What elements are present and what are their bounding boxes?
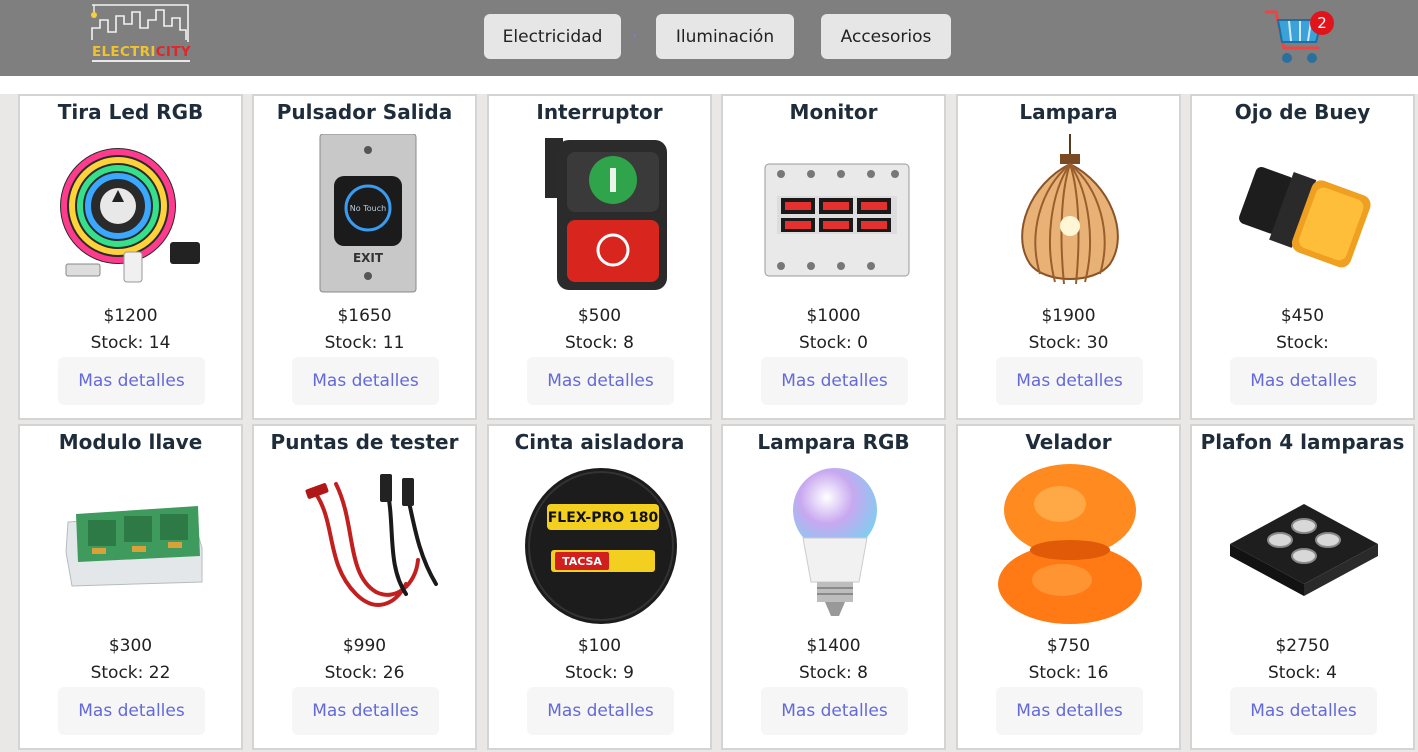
product-price: $990: [342, 636, 387, 656]
product-card: Puntas de tester $990 Stock: 26 Mas deta…: [252, 424, 477, 750]
cart-count-badge: 2: [1310, 11, 1334, 35]
product-title: Cinta aisladora: [514, 430, 685, 454]
details-button[interactable]: Mas detalles: [761, 357, 908, 405]
nav-electricidad-button[interactable]: Electricidad: [484, 14, 621, 59]
test-leads-image: [305, 474, 438, 607]
tape-maker-text: TACSA: [562, 555, 602, 568]
product-price: $750: [1046, 636, 1091, 656]
product-price: $1650: [337, 306, 392, 326]
product-price: $100: [577, 636, 622, 656]
details-button[interactable]: Mas detalles: [292, 687, 439, 735]
logo-underline: [92, 60, 190, 62]
insulating-tape-image: FLEX-PRO 180 TACSA: [525, 468, 677, 624]
product-card: Lampara $1900 Stock: 30 Mas detalles: [956, 94, 1181, 420]
product-price: $1400: [806, 636, 861, 656]
voltage-monitor-image: [764, 163, 910, 277]
tape-brand-text: FLEX-PRO 180: [548, 510, 659, 526]
details-button[interactable]: Mas detalles: [996, 687, 1143, 735]
details-button[interactable]: Mas detalles: [761, 687, 908, 735]
led-strip-image: [60, 148, 200, 283]
logo-text: ELECTRICITY: [92, 44, 191, 60]
product-card: Interruptor $500 Stock: 8 Mas detalles: [487, 94, 712, 420]
switch-module-image: [65, 506, 203, 587]
product-stock: Stock: 30: [1028, 333, 1109, 353]
product-price: $500: [577, 306, 622, 326]
indicator-light-image: [1239, 166, 1371, 268]
table-lamp-image: [998, 464, 1142, 624]
product-stock: Stock: 8: [565, 333, 634, 353]
no-touch-text: No Touch: [350, 204, 386, 213]
content-top-band: [0, 76, 1418, 94]
product-title: Plafon 4 lamparas: [1200, 430, 1405, 454]
pendant-lamp-image: [1021, 134, 1119, 285]
details-button[interactable]: Mas detalles: [527, 687, 674, 735]
product-stock: Stock: 11: [324, 333, 405, 353]
product-stock: Stock: 14: [90, 333, 171, 353]
product-card: Plafon 4 lamparas $2750 Stock: 4 Mas det…: [1190, 424, 1415, 750]
exit-button-image: No Touch EXIT: [319, 134, 417, 293]
navbar: ELECTRICITY Electricidad • Iluminación A…: [0, 0, 1418, 76]
nav-accesorios-button[interactable]: Accesorios: [821, 14, 951, 59]
product-price: $450: [1280, 306, 1325, 326]
product-card: Pulsador Salida No Touch EXIT $1650 Stoc…: [252, 94, 477, 420]
logo[interactable]: ELECTRICITY: [86, 2, 196, 66]
product-stock: Stock: 26: [324, 663, 405, 683]
product-stock: Stock: 22: [90, 663, 171, 683]
product-stock: Stock: 16: [1028, 663, 1109, 683]
product-price: $1900: [1041, 306, 1096, 326]
details-button[interactable]: Mas detalles: [292, 357, 439, 405]
product-title: Pulsador Salida: [276, 100, 453, 124]
product-price: $2750: [1275, 636, 1330, 656]
product-title: Modulo llave: [58, 430, 203, 454]
details-button[interactable]: Mas detalles: [58, 687, 205, 735]
product-card: Monitor $1000 Stock: 0 Mas detalles: [721, 94, 946, 420]
rgb-bulb-image: [793, 468, 877, 616]
nav-separator: •: [633, 31, 637, 42]
product-stock: Stock: 8: [799, 663, 868, 683]
product-title: Velador: [1025, 430, 1112, 454]
product-grid: Tira Led RGB $1200 Stock: 14 Mas detalle…: [0, 94, 1418, 752]
product-title: Ojo de Buey: [1234, 100, 1371, 124]
details-button[interactable]: Mas detalles: [1230, 357, 1377, 405]
product-stock: Stock: 9: [565, 663, 634, 683]
product-card: Cinta aisladora FLEX-PRO 180 TACSA $100 …: [487, 424, 712, 750]
product-card: Velador $750 Stock: 16 Mas detalles: [956, 424, 1181, 750]
product-card: Modulo llave $300 Stock: 22 Mas detalles: [18, 424, 243, 750]
details-button[interactable]: Mas detalles: [58, 357, 205, 405]
product-card: Lampara RGB $1400 Stock: 8 Mas detalles: [721, 424, 946, 750]
switch-image: [545, 138, 667, 290]
product-title: Tira Led RGB: [57, 100, 204, 124]
product-stock: Stock: 0: [799, 333, 868, 353]
nav-iluminacion-button[interactable]: Iluminación: [656, 14, 794, 59]
product-card: Tira Led RGB $1200 Stock: 14 Mas detalle…: [18, 94, 243, 420]
exit-text: EXIT: [353, 251, 384, 265]
product-price: $1000: [806, 306, 861, 326]
product-card: Ojo de Buey $450 Stock: Mas detalles: [1190, 94, 1415, 420]
product-title: Interruptor: [536, 100, 663, 124]
product-title: Lampara: [1019, 100, 1118, 124]
product-title: Monitor: [789, 100, 878, 124]
details-button[interactable]: Mas detalles: [996, 357, 1143, 405]
details-button[interactable]: Mas detalles: [527, 357, 674, 405]
details-button[interactable]: Mas detalles: [1230, 687, 1377, 735]
product-stock: Stock: 4: [1268, 663, 1337, 683]
product-stock: Stock:: [1276, 333, 1329, 353]
ceiling-light-image: [1230, 504, 1378, 596]
product-price: $300: [108, 636, 153, 656]
product-title: Lampara RGB: [757, 430, 910, 454]
product-price: $1200: [103, 306, 158, 326]
product-title: Puntas de tester: [270, 430, 459, 454]
